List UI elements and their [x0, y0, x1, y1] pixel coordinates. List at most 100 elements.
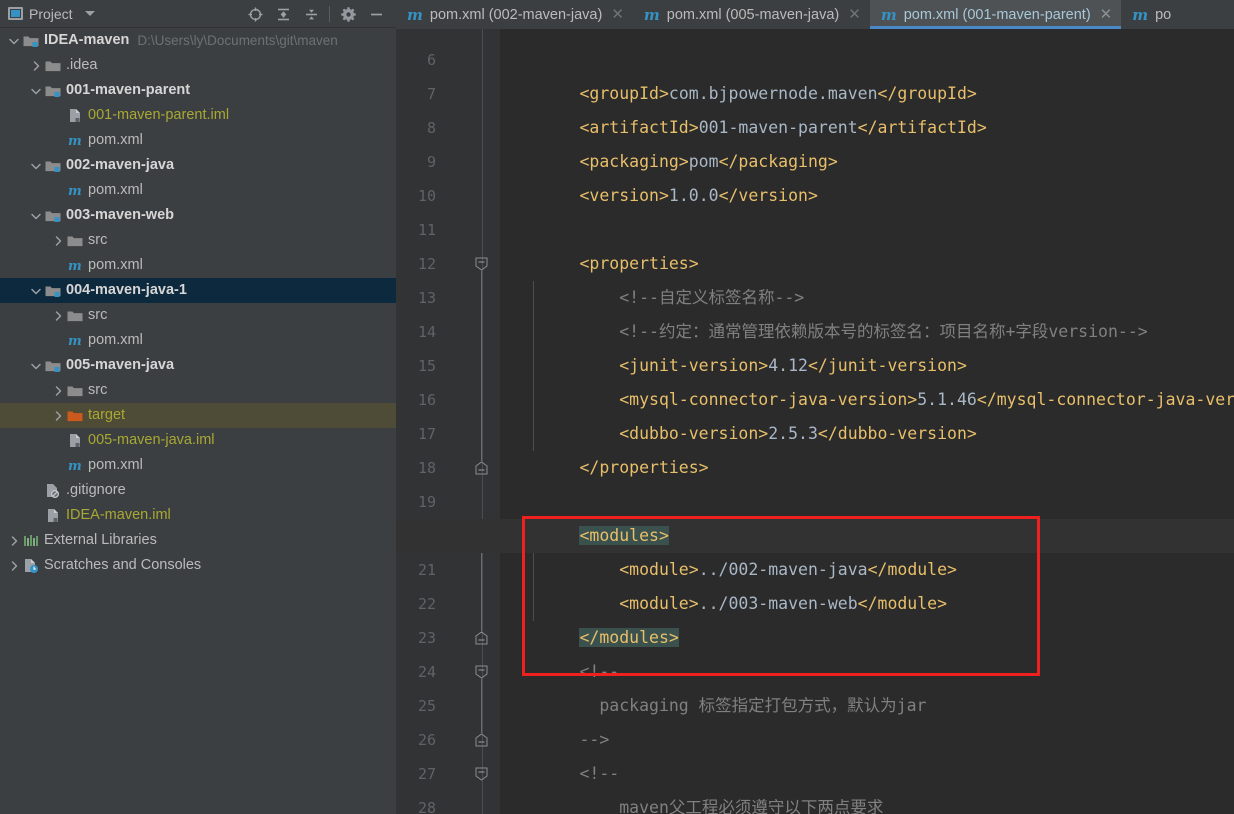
hide-panel-icon[interactable]: [362, 0, 390, 28]
code-line[interactable]: <module>../002-maven-java</module>: [500, 553, 957, 587]
chevron-right-icon[interactable]: [50, 303, 66, 328]
editor-tab-bar[interactable]: m pom.xml (002-maven-java) ✕ m pom.xml (005-…: [396, 0, 1234, 29]
tree-row-005-maven-java.iml[interactable]: 005-maven-java.iml: [0, 428, 396, 453]
tree-row-003-maven-web[interactable]: 003-maven-web: [0, 203, 396, 228]
module-folder-icon: [44, 78, 61, 103]
tree-row-.gitignore[interactable]: .gitignore: [0, 478, 396, 503]
tree-row-label: IDEA-maven.iml: [66, 507, 171, 523]
fold-marker-start[interactable]: [475, 767, 488, 781]
editor-gutter[interactable]: 6789101112131415161718192021222324252627…: [396, 29, 515, 814]
locate-icon[interactable]: [241, 0, 269, 28]
code-line[interactable]: <module>../003-maven-web</module>: [500, 587, 947, 621]
chevron-down-icon[interactable]: [28, 153, 44, 178]
tree-row-004-maven-java-1[interactable]: 004-maven-java-1: [0, 278, 396, 303]
tree-row-src[interactable]: src: [0, 303, 396, 328]
code-line[interactable]: <dubbo-version>2.5.3</dubbo-version>: [500, 417, 977, 451]
editor-tab-3[interactable]: m po: [1121, 0, 1180, 29]
expand-all-icon[interactable]: [269, 0, 297, 28]
code-line[interactable]: <packaging>pom</packaging>: [500, 145, 837, 179]
tree-row-001-maven-parent[interactable]: 001-maven-parent: [0, 78, 396, 103]
chevron-down-icon[interactable]: [84, 11, 95, 16]
maven-file-icon: m: [643, 5, 660, 24]
chevron-down-icon[interactable]: [6, 28, 22, 53]
close-icon[interactable]: ✕: [1098, 7, 1113, 22]
maven-file-icon: m: [66, 328, 83, 353]
chevron-right-icon[interactable]: [50, 403, 66, 428]
settings-gear-icon[interactable]: [334, 0, 362, 28]
code-line[interactable]: <!--: [500, 757, 619, 791]
code-line[interactable]: </properties>: [500, 451, 708, 485]
chevron-right-icon[interactable]: [50, 378, 66, 403]
code-token: 4.12: [768, 356, 808, 375]
tree-row-pom.xml[interactable]: m pom.xml: [0, 128, 396, 153]
tree-row-label: 003-maven-web: [66, 207, 174, 223]
line-number: 22: [417, 595, 436, 613]
editor-tab-2[interactable]: m pom.xml (001-maven-parent) ✕: [869, 0, 1122, 29]
tree-row-external-libraries[interactable]: External Libraries: [0, 528, 396, 553]
code-line[interactable]: <mysql-connector-java-version>5.1.46</my…: [500, 383, 1234, 417]
tree-row-pom.xml[interactable]: m pom.xml: [0, 453, 396, 478]
code-line[interactable]: <modules>: [500, 519, 669, 553]
code-line[interactable]: maven父工程必须遵守以下两点要求: [500, 791, 883, 814]
tree-row-scratches-and-consoles[interactable]: Scratches and Consoles: [0, 553, 396, 578]
tree-row-001-maven-parent.iml[interactable]: 001-maven-parent.iml: [0, 103, 396, 128]
tree-row-idea-maven[interactable]: IDEA-maven D:\Users\ly\Documents\git\mave…: [0, 28, 396, 53]
tree-row-src[interactable]: src: [0, 228, 396, 253]
code-token: <!--约定：通常管理依赖版本号的标签名：项目名称+字段version-->: [500, 322, 1148, 341]
chevron-down-icon[interactable]: [28, 78, 44, 103]
close-icon[interactable]: ✕: [846, 7, 861, 22]
code-line[interactable]: -->: [500, 723, 609, 757]
tree-row-label: .gitignore: [66, 482, 126, 498]
code-token: 001-maven-parent: [698, 118, 858, 137]
tree-row-pom.xml[interactable]: m pom.xml: [0, 178, 396, 203]
tree-row-src[interactable]: src: [0, 378, 396, 403]
chevron-right-icon[interactable]: [6, 528, 22, 553]
iml-file-icon: [66, 428, 83, 453]
chevron-right-icon[interactable]: [6, 553, 22, 578]
chevron-right-icon[interactable]: [28, 53, 44, 78]
close-icon[interactable]: ✕: [609, 7, 624, 22]
code-line[interactable]: <groupId>com.bjpowernode.maven</groupId>: [500, 77, 976, 111]
fold-marker-end[interactable]: [475, 461, 488, 475]
tree-row-.idea[interactable]: .idea: [0, 53, 396, 78]
code-line[interactable]: <junit-version>4.12</junit-version>: [500, 349, 967, 383]
chevron-down-icon[interactable]: [28, 278, 44, 303]
code-line[interactable]: <!--自定义标签名称-->: [500, 281, 804, 315]
code-editor[interactable]: 6789101112131415161718192021222324252627…: [396, 29, 1234, 814]
tree-row-005-maven-java[interactable]: 005-maven-java: [0, 353, 396, 378]
fold-marker-end[interactable]: [475, 631, 488, 645]
tree-row-label: .idea: [66, 57, 98, 73]
tree-row-idea-maven.iml[interactable]: IDEA-maven.iml: [0, 503, 396, 528]
tree-row-target[interactable]: target: [0, 403, 396, 428]
tree-row-pom.xml[interactable]: m pom.xml: [0, 253, 396, 278]
editor-tab-1[interactable]: m pom.xml (005-maven-java) ✕: [633, 0, 870, 29]
code-line[interactable]: </modules>: [500, 621, 679, 655]
code-line[interactable]: packaging 标签指定打包方式，默认为jar: [500, 689, 926, 723]
code-content[interactable]: <groupId>com.bjpowernode.maven</groupId>…: [396, 29, 1234, 814]
editor-tab-0[interactable]: m pom.xml (002-maven-java) ✕: [396, 0, 633, 29]
code-line[interactable]: <properties>: [500, 247, 698, 281]
tree-row-002-maven-java[interactable]: 002-maven-java: [0, 153, 396, 178]
folder-icon: [44, 53, 61, 78]
chevron-down-icon[interactable]: [28, 203, 44, 228]
tree-row-label: Scratches and Consoles: [44, 557, 202, 573]
code-line[interactable]: <!--约定：通常管理依赖版本号的标签名：项目名称+字段version-->: [500, 315, 1148, 349]
collapse-all-icon[interactable]: [297, 0, 325, 28]
code-line[interactable]: <!--: [500, 655, 619, 689]
code-token: <groupId>: [500, 84, 669, 103]
chevron-down-icon[interactable]: [28, 353, 44, 378]
tree-row-pom.xml[interactable]: m pom.xml: [0, 328, 396, 353]
line-number: 8: [426, 119, 436, 137]
chevron-right-icon[interactable]: [50, 228, 66, 253]
code-line[interactable]: <version>1.0.0</version>: [500, 179, 817, 213]
project-tree[interactable]: IDEA-maven D:\Users\ly\Documents\git\mave…: [0, 28, 396, 814]
fold-marker-start[interactable]: [475, 257, 488, 271]
tree-row-label: src: [88, 232, 108, 248]
fold-marker-end[interactable]: [475, 733, 488, 747]
code-token: </artifactId>: [857, 118, 987, 137]
code-token: <!--: [500, 662, 620, 681]
code-line[interactable]: <artifactId>001-maven-parent</artifactId…: [500, 111, 987, 145]
fold-marker-start[interactable]: [475, 665, 488, 679]
tree-row-label: 001-maven-parent.iml: [88, 107, 230, 123]
